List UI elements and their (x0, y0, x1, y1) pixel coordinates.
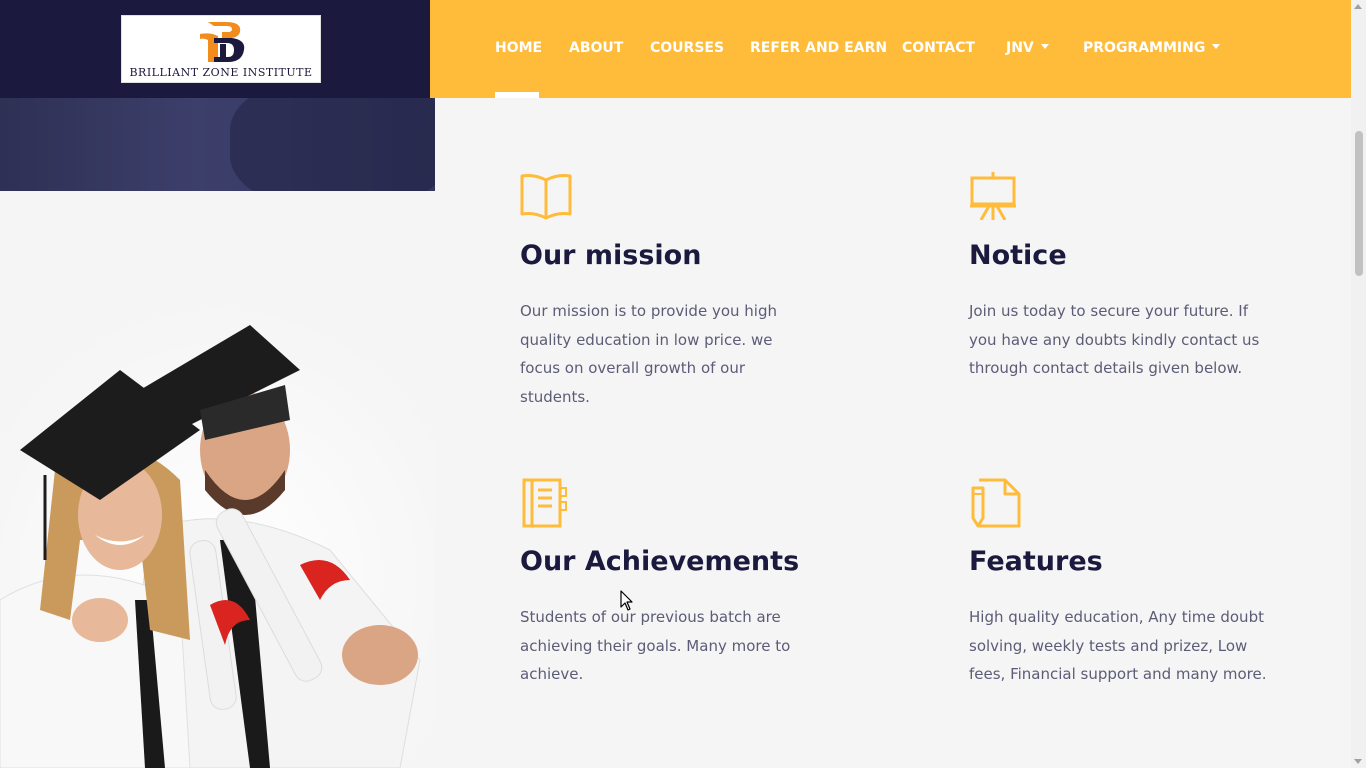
logo-mark-icon (200, 22, 245, 62)
brand-name: BRILLIANT ZONE INSTITUTE (129, 66, 313, 79)
page-scrollbar[interactable] (1351, 0, 1366, 768)
nav-courses[interactable]: COURSES (650, 40, 724, 56)
caret-down-icon (1040, 44, 1049, 49)
nav-programming-dropdown[interactable]: PROGRAMMING (1083, 40, 1221, 56)
feature-text: Our mission is to provide you high quali… (520, 302, 777, 406)
nav-refer-label: REFER AND EARN (750, 40, 888, 56)
presentation-board-icon (970, 172, 1016, 220)
nav-jnv-label: JNV (1006, 40, 1034, 56)
nav-courses-label: COURSES (650, 40, 725, 56)
nav-home[interactable]: HOME (495, 40, 542, 56)
document-pen-icon (971, 478, 1021, 528)
nav-about[interactable]: ABOUT (569, 40, 623, 56)
feature-title: Notice (969, 240, 1067, 271)
nav-contact[interactable]: CONTACT (902, 40, 975, 56)
nav-active-indicator (495, 92, 539, 98)
scrollbar-thumb[interactable] (1355, 131, 1363, 276)
feature-features: Features High quality education, Any tim… (969, 478, 1267, 689)
feature-title: Our mission (520, 240, 702, 271)
nav-contact-label: CONTACT (902, 40, 976, 56)
mouse-cursor-icon (620, 590, 633, 611)
nav-home-label: HOME (495, 40, 543, 56)
nav-refer-and-earn[interactable]: REFER AND EARN (750, 40, 887, 56)
feature-mission: Our mission Our mission is to provide yo… (520, 172, 810, 411)
caret-down-icon (1212, 44, 1221, 49)
notebook-icon (522, 478, 567, 528)
header-logo-area: BRILLIANT ZONE INSTITUTE (0, 0, 430, 98)
nav-programming-label: PROGRAMMING (1083, 40, 1206, 56)
feature-text: High quality education, Any time doubt s… (969, 608, 1267, 684)
feature-achievements: Our Achievements Students of our previou… (520, 478, 810, 689)
nav-about-label: ABOUT (569, 40, 624, 56)
feature-text: Students of our previous batch are achie… (520, 608, 791, 684)
book-icon (520, 174, 572, 220)
feature-notice: Notice Join us today to secure your futu… (969, 172, 1267, 383)
nav-jnv-dropdown[interactable]: JNV (1006, 40, 1049, 56)
feature-text: Join us today to secure your future. If … (969, 302, 1260, 378)
scroll-down-arrow-icon[interactable] (1354, 759, 1362, 764)
scroll-up-arrow-icon[interactable] (1354, 4, 1362, 9)
hero-image-strip (0, 98, 435, 191)
feature-title: Our Achievements (520, 546, 800, 577)
main-navbar: HOME ABOUT COURSES REFER AND EARN CONTAC… (430, 0, 1351, 98)
graduates-photo (0, 300, 435, 768)
feature-title: Features (969, 546, 1103, 577)
brand-logo[interactable]: BRILLIANT ZONE INSTITUTE (121, 15, 321, 83)
